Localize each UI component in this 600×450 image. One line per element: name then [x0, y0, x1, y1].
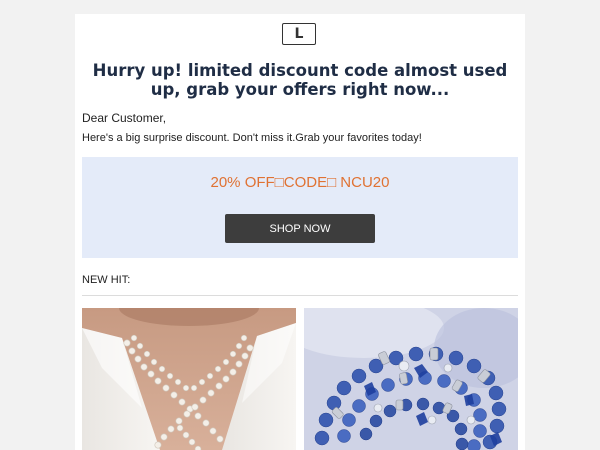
brand-logo[interactable]: L: [282, 23, 316, 45]
promo-code-text: 20% OFF□CODE□ NCU20: [210, 174, 390, 191]
intro-text: Here's a big surprise discount. Don't mi…: [82, 132, 422, 144]
headline: Hurry up! limited discount code almost u…: [92, 61, 508, 99]
blue-bead-bracelets-photo: [304, 308, 518, 450]
new-hit-label: NEW HIT:: [82, 274, 131, 286]
product-image-pearl-necklace[interactable]: [82, 308, 296, 450]
shop-now-button[interactable]: SHOP NOW: [225, 214, 375, 243]
logo-letter: L: [294, 26, 304, 42]
section-divider: [82, 295, 518, 296]
promo-box: 20% OFF□CODE□ NCU20 SHOP NOW: [82, 157, 518, 258]
pearl-necklace-photo: [82, 308, 296, 450]
email-card: L Hurry up! limited discount code almost…: [75, 14, 525, 450]
product-image-blue-bracelets[interactable]: [304, 308, 518, 450]
greeting-text: Dear Customer,: [82, 111, 167, 125]
